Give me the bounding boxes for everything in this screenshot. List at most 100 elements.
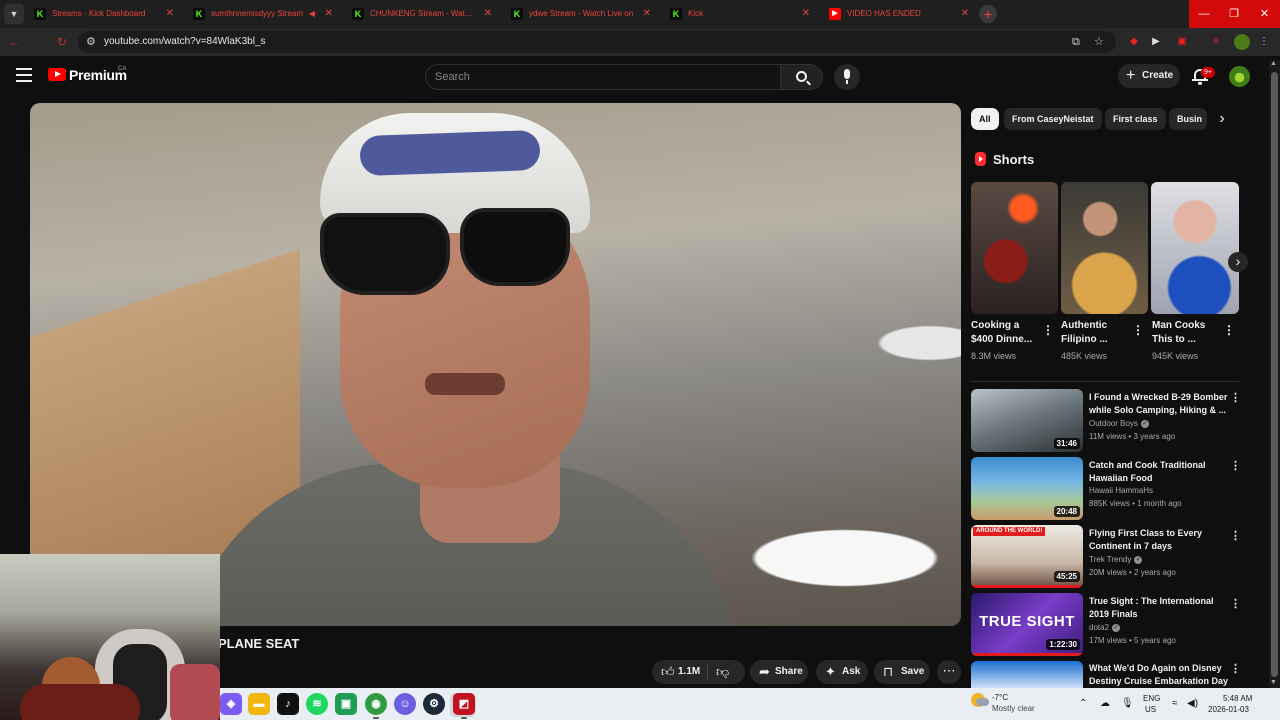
- ask-button[interactable]: ✦ Ask: [816, 660, 868, 684]
- kebab-menu-icon[interactable]: ⋮: [1230, 529, 1241, 543]
- weather-temperature[interactable]: -7°C: [992, 693, 1008, 702]
- microphone-icon[interactable]: 🎙︎: [1121, 698, 1134, 709]
- steam-icon[interactable]: ⚙: [423, 693, 445, 715]
- close-window-button[interactable]: ✕: [1249, 0, 1280, 28]
- channel-name[interactable]: Trek Trendy ✓: [1089, 555, 1143, 564]
- short-thumbnail[interactable]: [1151, 182, 1239, 314]
- copilot-icon[interactable]: ◈: [220, 693, 242, 715]
- scrollbar-thumb[interactable]: [1271, 72, 1278, 677]
- recommended-video[interactable]: TRUE SIGHT 1:22:30 True Sight : The Inte…: [971, 593, 1241, 657]
- reload-icon[interactable]: ↻: [52, 32, 72, 52]
- short-thumbnail[interactable]: [971, 182, 1058, 314]
- video-thumbnail[interactable]: [971, 661, 1083, 688]
- language-indicator[interactable]: ENG: [1143, 694, 1160, 703]
- recommended-video[interactable]: 31:46 I Found a Wrecked B-29 Bomber whil…: [971, 389, 1241, 453]
- recommended-video[interactable]: AROUND THE WORLD! 45:25 Flying First Cla…: [971, 525, 1241, 589]
- browser-tab[interactable]: K CHUNKENG Stream - Watch Li ✕: [346, 2, 498, 26]
- chip-first-class[interactable]: First class: [1105, 108, 1166, 130]
- user-avatar[interactable]: [1229, 66, 1250, 87]
- video-title[interactable]: What We'd Do Again on Disney Destiny Cru…: [1089, 662, 1229, 688]
- tiktok-icon[interactable]: ♪: [277, 693, 299, 715]
- keyboard-layout[interactable]: US: [1145, 705, 1156, 714]
- tab-close-icon[interactable]: ✕: [802, 2, 810, 26]
- video-title[interactable]: True Sight : The International 2019 Fina…: [1089, 595, 1229, 621]
- video-title[interactable]: I Found a Wrecked B-29 Bomber while Solo…: [1089, 391, 1229, 417]
- video-player[interactable]: [30, 103, 961, 626]
- kebab-menu-icon[interactable]: ⋮: [1230, 459, 1241, 473]
- extensions-puzzle-icon[interactable]: ▣: [1174, 34, 1190, 50]
- short-thumbnail[interactable]: [1061, 182, 1148, 314]
- kebab-menu-icon[interactable]: ⋮: [1042, 323, 1054, 337]
- weather-icon[interactable]: [971, 693, 989, 707]
- kebab-menu-icon[interactable]: ⋮: [1230, 597, 1241, 611]
- thumbs-down-icon[interactable]: 👎︎: [716, 660, 729, 684]
- voice-search-mic-icon[interactable]: [834, 64, 860, 90]
- video-thumbnail[interactable]: AROUND THE WORLD! 45:25: [971, 525, 1083, 588]
- discord-icon[interactable]: ☺: [394, 693, 416, 715]
- site-info-icon[interactable]: ⚙: [86, 34, 96, 50]
- speaker-muted-icon[interactable]: ◀ᐧ: [309, 2, 317, 26]
- search-input[interactable]: [426, 65, 780, 89]
- browser-menu-icon[interactable]: ⋮: [1256, 34, 1272, 50]
- tab-search-button[interactable]: ▼: [4, 4, 24, 24]
- obs-red-app-icon[interactable]: ◩: [453, 693, 475, 715]
- chevron-right-icon[interactable]: ›: [1212, 110, 1232, 130]
- channel-name[interactable]: Outdoor Boys ✓: [1089, 419, 1149, 428]
- channel-name[interactable]: dota2 ✓: [1089, 623, 1121, 632]
- tab-close-icon[interactable]: ✕: [643, 2, 651, 26]
- short-title[interactable]: Man Cooks This to ...: [1152, 319, 1222, 347]
- kebab-menu-icon[interactable]: ⋮: [1132, 323, 1144, 337]
- video-title[interactable]: Catch and Cook Traditional Hawaiian Food: [1089, 459, 1229, 485]
- menu-hamburger-icon[interactable]: [16, 68, 32, 82]
- bookmark-star-icon[interactable]: ☆: [1094, 34, 1104, 50]
- spotify-icon[interactable]: ≋: [306, 693, 328, 715]
- sidebar-icon[interactable]: ≡: [1208, 34, 1224, 50]
- chevron-up-icon[interactable]: ⌃: [1079, 698, 1087, 709]
- channel-name[interactable]: Hawaii HammaHs: [1089, 486, 1153, 495]
- tab-close-icon[interactable]: ✕: [166, 2, 174, 26]
- cast-icon[interactable]: ⧉: [1072, 34, 1080, 50]
- chip-from-channel[interactable]: From CaseyNeistat: [1004, 108, 1102, 130]
- forward-arrow-icon[interactable]: →: [28, 32, 48, 52]
- tab-close-icon[interactable]: ✕: [961, 2, 969, 26]
- tab-close-icon[interactable]: ✕: [484, 2, 492, 26]
- url-text[interactable]: youtube.com/watch?v=84WlaK3bl_s: [104, 31, 265, 53]
- search-button[interactable]: [781, 64, 823, 90]
- youtube-logo-icon[interactable]: [48, 68, 66, 81]
- video-thumbnail[interactable]: 20:48: [971, 457, 1083, 520]
- more-actions-icon[interactable]: ⋯: [937, 660, 961, 684]
- create-button[interactable]: + Create: [1118, 64, 1180, 88]
- kebab-menu-icon[interactable]: ⋮: [1230, 391, 1241, 405]
- recommended-video[interactable]: What We'd Do Again on Disney Destiny Cru…: [971, 661, 1241, 688]
- minimize-button[interactable]: —: [1189, 0, 1219, 28]
- video-thumbnail[interactable]: TRUE SIGHT 1:22:30: [971, 593, 1083, 656]
- like-count[interactable]: 1.1M: [678, 660, 700, 684]
- kebab-menu-icon[interactable]: ⋮: [1223, 323, 1235, 337]
- weather-description[interactable]: Mostly clear: [992, 704, 1035, 713]
- video-thumbnail[interactable]: 31:46: [971, 389, 1083, 452]
- address-bar[interactable]: ⚙ youtube.com/watch?v=84WlaK3bl_s ⧉ ☆: [78, 31, 1116, 53]
- share-button[interactable]: ➦ Share: [750, 660, 808, 684]
- kebab-menu-icon[interactable]: ⋮: [1230, 662, 1241, 676]
- new-tab-button[interactable]: +: [979, 5, 997, 23]
- volume-icon[interactable]: ◀): [1187, 698, 1198, 709]
- recommended-video[interactable]: 20:48 Catch and Cook Traditional Hawaiia…: [971, 457, 1241, 521]
- chrome-icon[interactable]: ◉: [365, 693, 387, 715]
- browser-tab-active[interactable]: ▶ VIDEO HAS ENDED ✕: [823, 2, 975, 26]
- scroll-down-arrow-icon[interactable]: ▼: [1270, 679, 1277, 686]
- profile-avatar[interactable]: [1234, 34, 1250, 50]
- short-title[interactable]: Cooking a $400 Dinne...: [971, 319, 1041, 347]
- tab-close-icon[interactable]: ✕: [325, 2, 333, 26]
- clock-time[interactable]: 5:48 AM: [1223, 694, 1252, 703]
- extension-icon[interactable]: ◆: [1126, 34, 1142, 50]
- browser-tab[interactable]: K Streams - Kick Dashboard ✕: [28, 2, 180, 26]
- scroll-up-arrow-icon[interactable]: ▲: [1270, 60, 1277, 67]
- video-title[interactable]: Flying First Class to Every Continent in…: [1089, 527, 1229, 553]
- chevron-right-icon[interactable]: ›: [1228, 252, 1248, 272]
- short-title[interactable]: Authentic Filipino ...: [1061, 319, 1131, 347]
- save-button[interactable]: ⊓ Save: [874, 660, 930, 684]
- media-play-icon[interactable]: ▶: [1148, 34, 1164, 50]
- app-icon[interactable]: ▣: [335, 693, 357, 715]
- chip-all[interactable]: All: [971, 108, 999, 130]
- browser-tab[interactable]: K ydwe Stream - Watch Live on ✕: [505, 2, 657, 26]
